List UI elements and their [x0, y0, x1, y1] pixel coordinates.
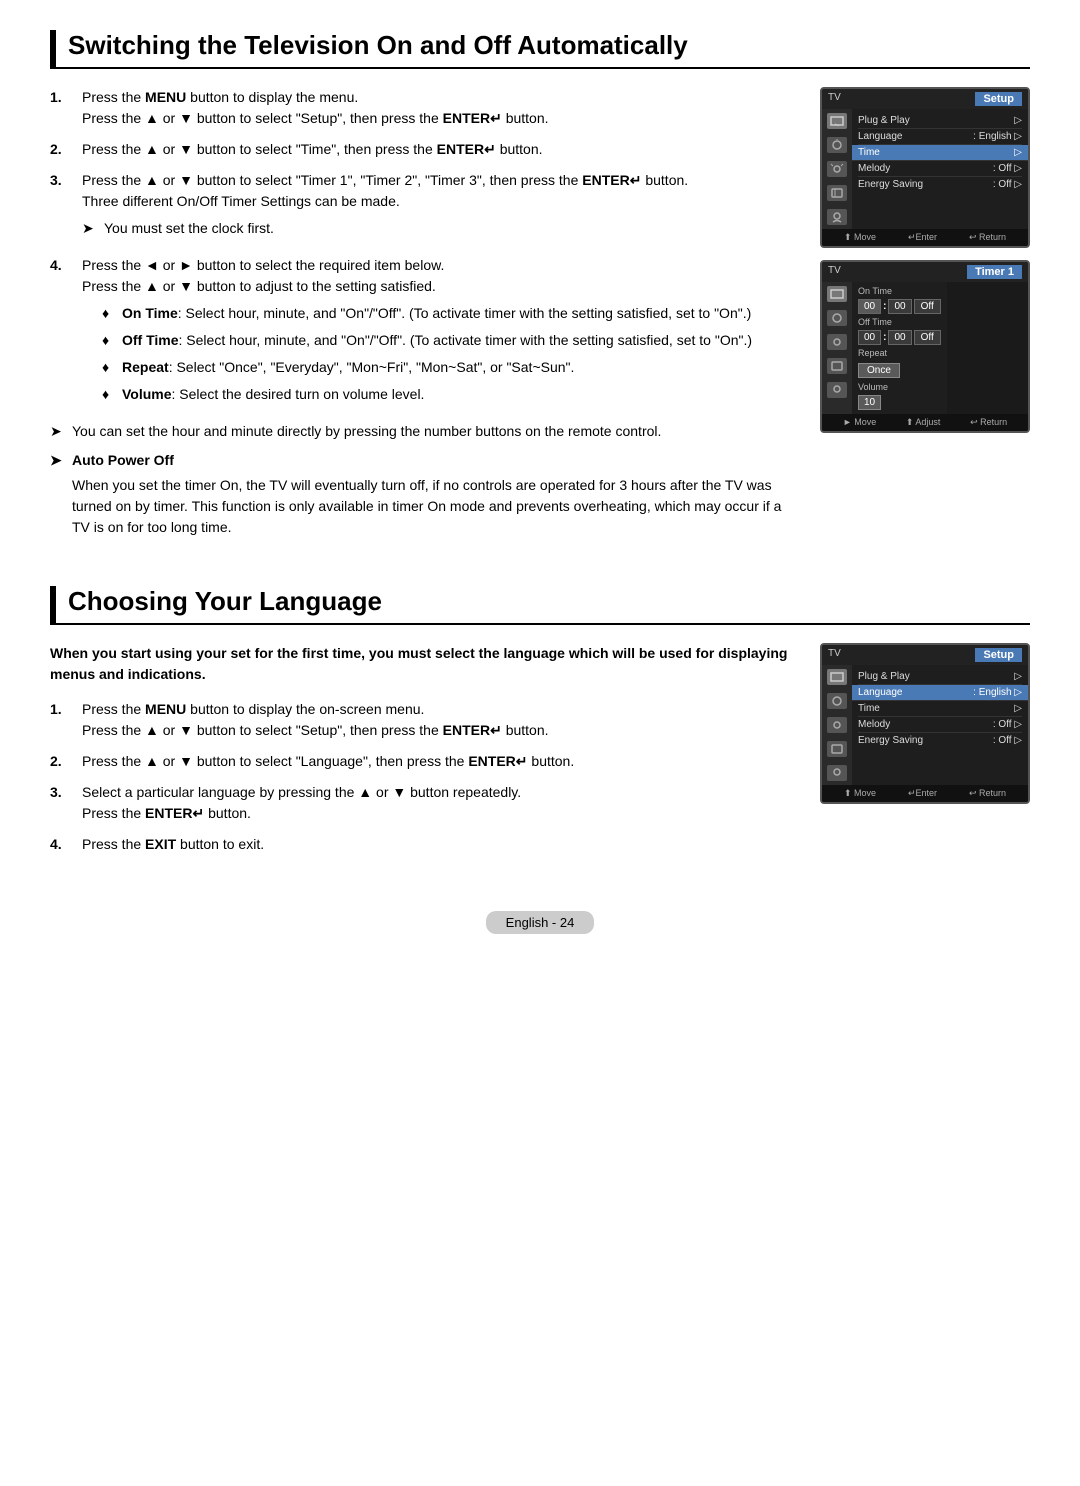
tv-setup-footer: ⬆ Move ↵Enter ↩ Return [822, 229, 1028, 246]
tv-lang-row-time: Time▷ [858, 701, 1022, 717]
section1-title: Switching the Television On and Off Auto… [50, 30, 1030, 69]
tv-lang-icon5 [827, 765, 847, 781]
tv-setup-header: TV Setup [822, 89, 1028, 109]
tv-icon2 [827, 137, 847, 153]
tv-timer-screen: TV Timer 1 [820, 260, 1030, 433]
tv-row-energy: Energy Saving: Off ▷ [858, 177, 1022, 192]
tv-timer-body: On Time 00 : 00 Off Off Time 00 : 00 [822, 282, 1028, 414]
auto-power-heading: Auto Power Off [50, 450, 800, 471]
timer-on-inputs: 00 : 00 Off [858, 299, 941, 314]
tv-timer-header: TV Timer 1 [822, 262, 1028, 282]
bullet-repeat: Repeat: Select "Once", "Everyday", "Mon~… [102, 357, 752, 378]
tv-timer-icon4 [827, 358, 847, 374]
tv-icon5 [827, 209, 847, 225]
step3: Press the ▲ or ▼ button to select "Timer… [50, 170, 800, 245]
timer-off-inputs: 00 : 00 Off [858, 330, 941, 345]
tv-lang-sidebar [822, 665, 852, 785]
tv-lang-screen: TV Setup [820, 643, 1030, 804]
tv-lang-main: Plug & Play▷ Language: English ▷ Time▷ M… [852, 665, 1028, 785]
tv-lang-icon3 [827, 717, 847, 733]
tv-lang-icon1 [827, 669, 847, 685]
section1-steps: Press the MENU button to display the men… [50, 87, 800, 411]
tv-setup-main: Plug & Play▷ Language: English ▷ Time▷ M… [852, 109, 1028, 229]
bullet-offtime: Off Time: Select hour, minute, and "On"/… [102, 330, 752, 351]
tv-lang-row-energy: Energy Saving: Off ▷ [858, 733, 1022, 748]
lang-step3: Select a particular language by pressing… [50, 782, 800, 824]
tv-timer-sidebar [822, 282, 852, 414]
tv-lang-header: TV Setup [822, 645, 1028, 665]
section2-content: When you start using your set for the fi… [50, 643, 1030, 865]
timer-volume-label: Volume [858, 382, 941, 392]
section2-intro: When you start using your set for the fi… [50, 643, 800, 685]
step1: Press the MENU button to display the men… [50, 87, 800, 129]
tv-row-lang: Language: English ▷ [858, 129, 1022, 145]
section1-text: Press the MENU button to display the men… [50, 87, 800, 546]
section-language: Choosing Your Language When you start us… [50, 586, 1030, 865]
timer-volume-value: 10 [858, 395, 941, 410]
timer-repeat-value: Once [858, 361, 941, 378]
lang-step2: Press the ▲ or ▼ button to select "Langu… [50, 751, 800, 772]
step2: Press the ▲ or ▼ button to select "Time"… [50, 139, 800, 160]
tv-icon1 [827, 113, 847, 129]
timer-off-label: Off Time [858, 317, 941, 327]
tv-timer-icon3 [827, 334, 847, 350]
tv-icon4 [827, 185, 847, 201]
tv-setup-screen: TV Setup [820, 87, 1030, 248]
auto-power-text: When you set the timer On, the TV will e… [72, 475, 800, 538]
tv-row-melody: Melody: Off ▷ [858, 161, 1022, 177]
step4: Press the ◄ or ► button to select the re… [50, 255, 800, 411]
timer-on-label: On Time [858, 286, 941, 296]
step2-content: Press the ▲ or ▼ button to select "Time"… [82, 139, 543, 160]
tv-row-time: Time▷ [852, 145, 1028, 161]
tv-timer-main: On Time 00 : 00 Off Off Time 00 : 00 [852, 282, 947, 414]
section2-text: When you start using your set for the fi… [50, 643, 800, 865]
tv-lang-icon2 [827, 693, 847, 709]
section2-title: Choosing Your Language [50, 586, 1030, 625]
step3-note: You must set the clock first. [82, 218, 688, 239]
section1-screenshots: TV Setup [820, 87, 1030, 445]
section2-screenshots: TV Setup [820, 643, 1030, 816]
tv-lang-row-plug: Plug & Play▷ [858, 669, 1022, 685]
tv-lang-icon4 [827, 741, 847, 757]
step4-content: Press the ◄ or ► button to select the re… [82, 255, 752, 411]
tv-timer-icon1 [827, 286, 847, 302]
section1-content: Press the MENU button to display the men… [50, 87, 1030, 546]
tv-timer-footer: ► Move ⬆ Adjust ↩ Return [822, 414, 1028, 431]
page-footer: English - 24 [50, 905, 1030, 940]
tv-lang-row-lang: Language: English ▷ [852, 685, 1028, 701]
timer-repeat-label: Repeat [858, 348, 941, 358]
lang-step4: Press the EXIT button to exit. [50, 834, 800, 855]
section2-steps: Press the MENU button to display the on-… [50, 699, 800, 855]
tv-sidebar1 [822, 109, 852, 229]
tv-lang-row-melody: Melody: Off ▷ [858, 717, 1022, 733]
tv-timer-icon2 [827, 310, 847, 326]
section-switching: Switching the Television On and Off Auto… [50, 30, 1030, 546]
bullet-volume: Volume: Select the desired turn on volum… [102, 384, 752, 405]
bullet-ontime: On Time: Select hour, minute, and "On"/"… [102, 303, 752, 324]
tv-row-plug: Plug & Play▷ [858, 113, 1022, 129]
step3-content: Press the ▲ or ▼ button to select "Timer… [82, 170, 688, 245]
tv-icon3 [827, 161, 847, 177]
footer-badge: English - 24 [486, 911, 595, 934]
step4-bullets: On Time: Select hour, minute, and "On"/"… [82, 303, 752, 405]
tv-setup-body: Plug & Play▷ Language: English ▷ Time▷ M… [822, 109, 1028, 229]
lang-step1: Press the MENU button to display the on-… [50, 699, 800, 741]
tv-lang-footer: ⬆ Move ↵Enter ↩ Return [822, 785, 1028, 802]
extra-note: You can set the hour and minute directly… [50, 421, 800, 442]
tv-lang-body: Plug & Play▷ Language: English ▷ Time▷ M… [822, 665, 1028, 785]
step1-content: Press the MENU button to display the men… [82, 87, 549, 129]
tv-timer-icon5 [827, 382, 847, 398]
